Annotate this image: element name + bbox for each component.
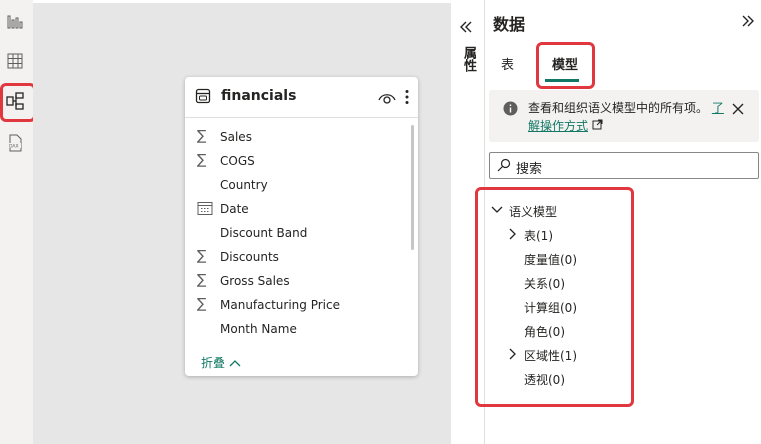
search-placeholder: 搜索 (516, 162, 543, 177)
tree-item-roles[interactable]: 角色(0) (524, 323, 565, 340)
field-label: Discount Band (220, 226, 308, 240)
collapse-pane-icon[interactable] (741, 14, 755, 28)
field-country[interactable]: Country (185, 173, 410, 197)
chevron-right-icon[interactable] (508, 228, 516, 240)
collapse-button[interactable]: 折叠 (201, 354, 241, 371)
field-date[interactable]: Date (185, 197, 410, 221)
tree-item-calculation-groups[interactable]: 计算组(0) (524, 299, 577, 316)
chevron-down-icon[interactable] (491, 205, 503, 215)
table-view-button[interactable] (3, 49, 27, 73)
bar-chart-icon (7, 15, 23, 29)
tree-root-semantic-model[interactable]: 语义模型 (509, 203, 557, 220)
info-message: 查看和组织语义模型中的所有项。 (528, 101, 709, 115)
sigma-icon: ∑ (197, 272, 207, 288)
tree-item-measures[interactable]: 度量值(0) (524, 251, 577, 268)
chevron-right-icon[interactable] (508, 348, 516, 360)
model-view-highlight (0, 83, 36, 122)
grid-icon (7, 53, 23, 69)
field-label: Gross Sales (220, 274, 290, 288)
table-card-financials[interactable]: financials ∑ Sales ∑ COGS Country Date D… (185, 77, 418, 376)
field-label: Manufacturing Price (220, 298, 340, 312)
chevron-up-icon (229, 360, 241, 367)
pane-title: 数据 (493, 15, 526, 34)
search-icon (497, 158, 511, 172)
table-card-title: financials (221, 88, 297, 104)
close-icon[interactable] (732, 103, 744, 115)
field-gross-sales[interactable]: ∑ Gross Sales (185, 269, 410, 293)
field-manufacturing-price[interactable]: ∑ Manufacturing Price (185, 293, 410, 317)
more-options-icon[interactable] (404, 89, 410, 105)
card-scrollbar[interactable] (411, 125, 414, 250)
svg-text:DAX: DAX (9, 144, 19, 150)
sigma-icon: ∑ (197, 128, 207, 144)
properties-label[interactable]: 属性 (459, 46, 478, 72)
field-label: Country (220, 178, 268, 192)
sigma-icon: ∑ (197, 248, 207, 264)
tab-tables[interactable]: 表 (501, 54, 514, 73)
field-label: Discounts (220, 250, 279, 264)
info-icon (503, 101, 518, 116)
calendar-icon (197, 202, 213, 215)
external-link-icon[interactable] (592, 119, 603, 130)
field-month-name[interactable]: Month Name (185, 317, 410, 341)
canvas-top-border (33, 0, 451, 3)
expand-properties-icon[interactable] (459, 20, 473, 34)
report-view-button[interactable] (3, 9, 27, 33)
collapse-label: 折叠 (201, 356, 226, 370)
field-label: COGS (220, 154, 255, 168)
tree-item-cultures[interactable]: 区域性(1) (524, 347, 577, 364)
field-cogs[interactable]: ∑ COGS (185, 149, 410, 173)
field-label: Sales (220, 130, 252, 144)
tab-model-highlight (536, 42, 595, 89)
learn-more-link-cont[interactable]: 解操作方式 (528, 119, 588, 133)
field-discounts[interactable]: ∑ Discounts (185, 245, 410, 269)
card-divider (185, 117, 418, 118)
field-discount-band[interactable]: Discount Band (185, 221, 410, 245)
tree-item-perspectives[interactable]: 透视(0) (524, 371, 565, 388)
tree-item-tables[interactable]: 表(1) (524, 227, 553, 244)
sigma-icon: ∑ (197, 152, 207, 168)
dax-query-view-button[interactable]: DAX (3, 131, 27, 155)
field-sales[interactable]: ∑ Sales (185, 125, 410, 149)
field-label: Date (220, 202, 249, 216)
info-text: 查看和组织语义模型中的所有项。 了 解操作方式 (528, 99, 724, 135)
learn-more-link[interactable]: 了 (712, 101, 724, 115)
eye-icon[interactable] (377, 91, 397, 105)
dax-icon: DAX (8, 134, 22, 152)
tree-item-relationships[interactable]: 关系(0) (524, 275, 565, 292)
sigma-icon: ∑ (197, 296, 207, 312)
table-icon (195, 88, 211, 104)
field-label: Month Name (220, 322, 297, 336)
